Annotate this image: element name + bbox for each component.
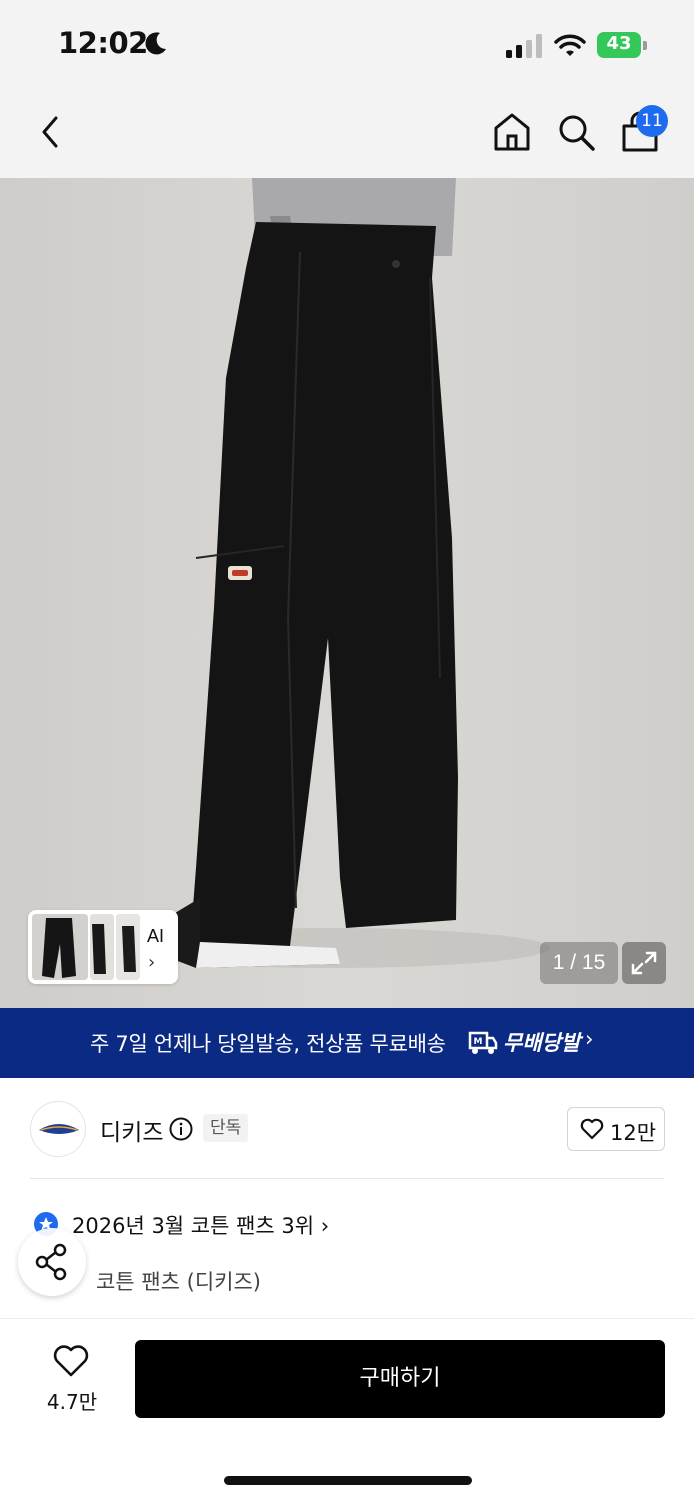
- buy-button[interactable]: 구매하기: [135, 1340, 665, 1418]
- wifi-icon: [554, 34, 586, 56]
- search-icon[interactable]: [554, 110, 598, 154]
- category-link[interactable]: 코튼 팬츠 (디키즈): [96, 1266, 261, 1296]
- battery-charging-icon: 43: [597, 32, 647, 58]
- status-bar: 12:02 43: [0, 0, 694, 90]
- share-button[interactable]: [18, 1228, 86, 1296]
- battery-percent: 43: [606, 33, 632, 54]
- shipping-brand: 무배당발: [503, 1031, 581, 1055]
- pants-photo: [0, 178, 694, 1008]
- expand-icon[interactable]: [622, 942, 666, 984]
- shipping-text: 주 7일 언제나 당일발송, 전상품 무료배송: [90, 1032, 446, 1056]
- thumbnail-image: [32, 914, 88, 980]
- exclusive-badge: 단독: [203, 1114, 249, 1142]
- home-indicator: [224, 1476, 472, 1485]
- svg-text:M: M: [474, 1037, 483, 1047]
- signal-icon: [506, 34, 542, 58]
- brand-like-count: 12만: [610, 1121, 657, 1145]
- thumbnail-image: [90, 914, 114, 980]
- divider: [30, 1178, 664, 1179]
- cart-count-badge: 11: [636, 105, 668, 137]
- product-image[interactable]: [0, 178, 694, 1008]
- brand-logo[interactable]: [30, 1101, 86, 1157]
- brand-like-button[interactable]: 12만: [567, 1107, 665, 1151]
- heart-icon: [580, 1118, 604, 1140]
- home-icon[interactable]: [490, 110, 534, 154]
- delivery-truck-icon: M: [468, 1031, 498, 1054]
- chevron-right-icon: ›: [148, 952, 156, 973]
- ranking-text: 2026년 3월 코튼 팬츠 3위: [72, 1214, 315, 1238]
- brand-name[interactable]: 디키즈: [100, 1113, 163, 1147]
- share-icon: [35, 1243, 67, 1281]
- ranking-link[interactable]: 2026년 3월 코튼 팬츠 3위 ›: [72, 1210, 329, 1240]
- moon-icon: [145, 32, 166, 55]
- wishlist-button[interactable]: 4.7만: [30, 1342, 114, 1418]
- wishlist-count: 4.7만: [46, 1390, 98, 1414]
- status-time: 12:02: [58, 26, 148, 60]
- back-icon[interactable]: [34, 110, 68, 154]
- heart-icon: [53, 1345, 89, 1377]
- ai-thumbnail-strip[interactable]: AI ›: [28, 910, 178, 984]
- nav-header: [0, 90, 694, 178]
- thumbnail-image: [116, 914, 140, 980]
- image-counter: 1 / 15: [540, 942, 618, 984]
- info-icon[interactable]: [169, 1117, 193, 1141]
- chevron-right-icon: ›: [585, 1027, 594, 1051]
- chevron-right-icon: ›: [320, 1214, 330, 1238]
- shipping-banner[interactable]: 주 7일 언제나 당일발송, 전상품 무료배송 M 무배당발 ›: [0, 1008, 694, 1078]
- ai-label: AI: [147, 926, 165, 946]
